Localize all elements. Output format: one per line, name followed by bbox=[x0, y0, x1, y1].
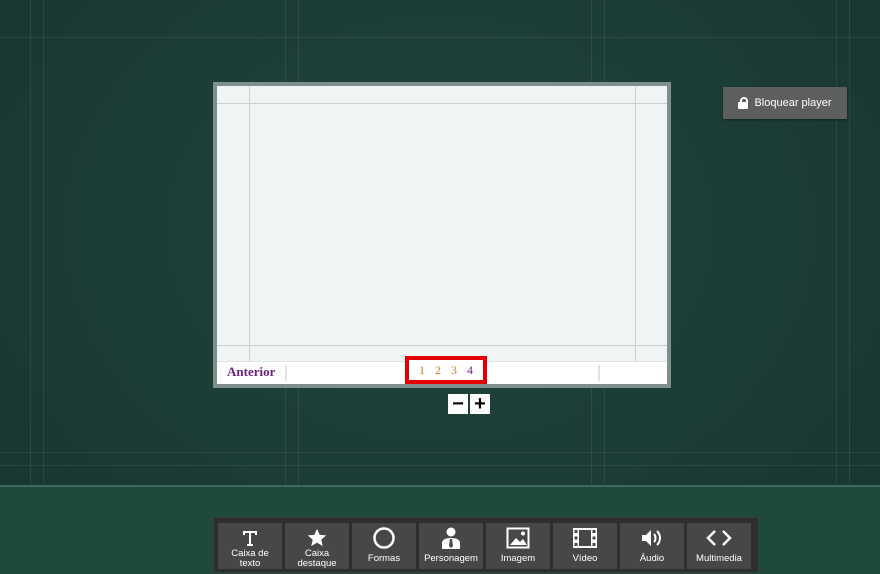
tool-label: Vídeo bbox=[572, 553, 598, 564]
guide-line bbox=[849, 0, 850, 485]
lock-player-button[interactable]: Bloquear player bbox=[723, 87, 847, 119]
tool-label: Imagem bbox=[500, 553, 536, 564]
image-tool[interactable]: Imagem bbox=[486, 523, 550, 569]
page-link-3[interactable]: 3 bbox=[451, 363, 457, 378]
character-tool[interactable]: Personagem bbox=[419, 523, 483, 569]
footer-divider bbox=[285, 365, 287, 381]
guide-line bbox=[0, 452, 880, 453]
film-icon bbox=[573, 526, 597, 550]
shapes-tool[interactable]: Formas bbox=[352, 523, 416, 569]
image-icon bbox=[506, 526, 530, 550]
page-link-2[interactable]: 2 bbox=[435, 363, 441, 378]
tool-label: Personagem bbox=[424, 553, 478, 564]
tool-label: Formas bbox=[367, 553, 401, 564]
guide-line bbox=[30, 0, 31, 485]
person-icon bbox=[441, 526, 461, 550]
guide-line bbox=[43, 0, 44, 485]
guide-line bbox=[0, 465, 880, 466]
tool-label: Áudio bbox=[639, 553, 665, 564]
video-tool[interactable]: Vídeo bbox=[553, 523, 617, 569]
slide-guide bbox=[217, 103, 667, 104]
insert-toolbar: Caixa de texto Caixa destaque Formas Per… bbox=[213, 517, 759, 573]
tool-label: Multimedia bbox=[696, 553, 742, 564]
zoom-in-button[interactable]: + bbox=[470, 394, 490, 414]
lock-icon bbox=[738, 97, 749, 109]
guide-line bbox=[836, 0, 837, 485]
multimedia-tool[interactable]: Multimedia bbox=[687, 523, 751, 569]
guide-line bbox=[0, 37, 880, 38]
page-link-4[interactable]: 4 bbox=[467, 363, 473, 378]
page-link-1[interactable]: 1 bbox=[419, 363, 425, 378]
page-numbers: 1 2 3 4 bbox=[405, 356, 487, 384]
zoom-out-button[interactable]: − bbox=[448, 394, 468, 414]
footer-divider bbox=[598, 365, 600, 381]
lock-player-label: Bloquear player bbox=[754, 97, 832, 109]
text-t-icon bbox=[240, 526, 260, 549]
slide-canvas[interactable]: Anterior 1 2 3 4 bbox=[213, 82, 671, 388]
star-icon bbox=[306, 526, 328, 549]
text-box-tool[interactable]: Caixa de texto bbox=[218, 523, 282, 569]
slide-footer-nav: Anterior 1 2 3 4 bbox=[217, 356, 667, 384]
tool-label: Caixa de texto bbox=[231, 548, 269, 569]
speaker-icon bbox=[640, 526, 664, 550]
previous-link[interactable]: Anterior bbox=[227, 364, 275, 380]
circle-icon bbox=[372, 526, 396, 550]
audio-tool[interactable]: Áudio bbox=[620, 523, 684, 569]
tool-label: Caixa destaque bbox=[297, 548, 337, 569]
slide-guide bbox=[217, 345, 667, 346]
code-brackets-icon bbox=[706, 526, 732, 550]
zoom-controls: − + bbox=[448, 394, 490, 414]
highlight-box-tool[interactable]: Caixa destaque bbox=[285, 523, 349, 569]
slide-guide bbox=[249, 86, 250, 362]
slide-guide bbox=[635, 86, 636, 362]
